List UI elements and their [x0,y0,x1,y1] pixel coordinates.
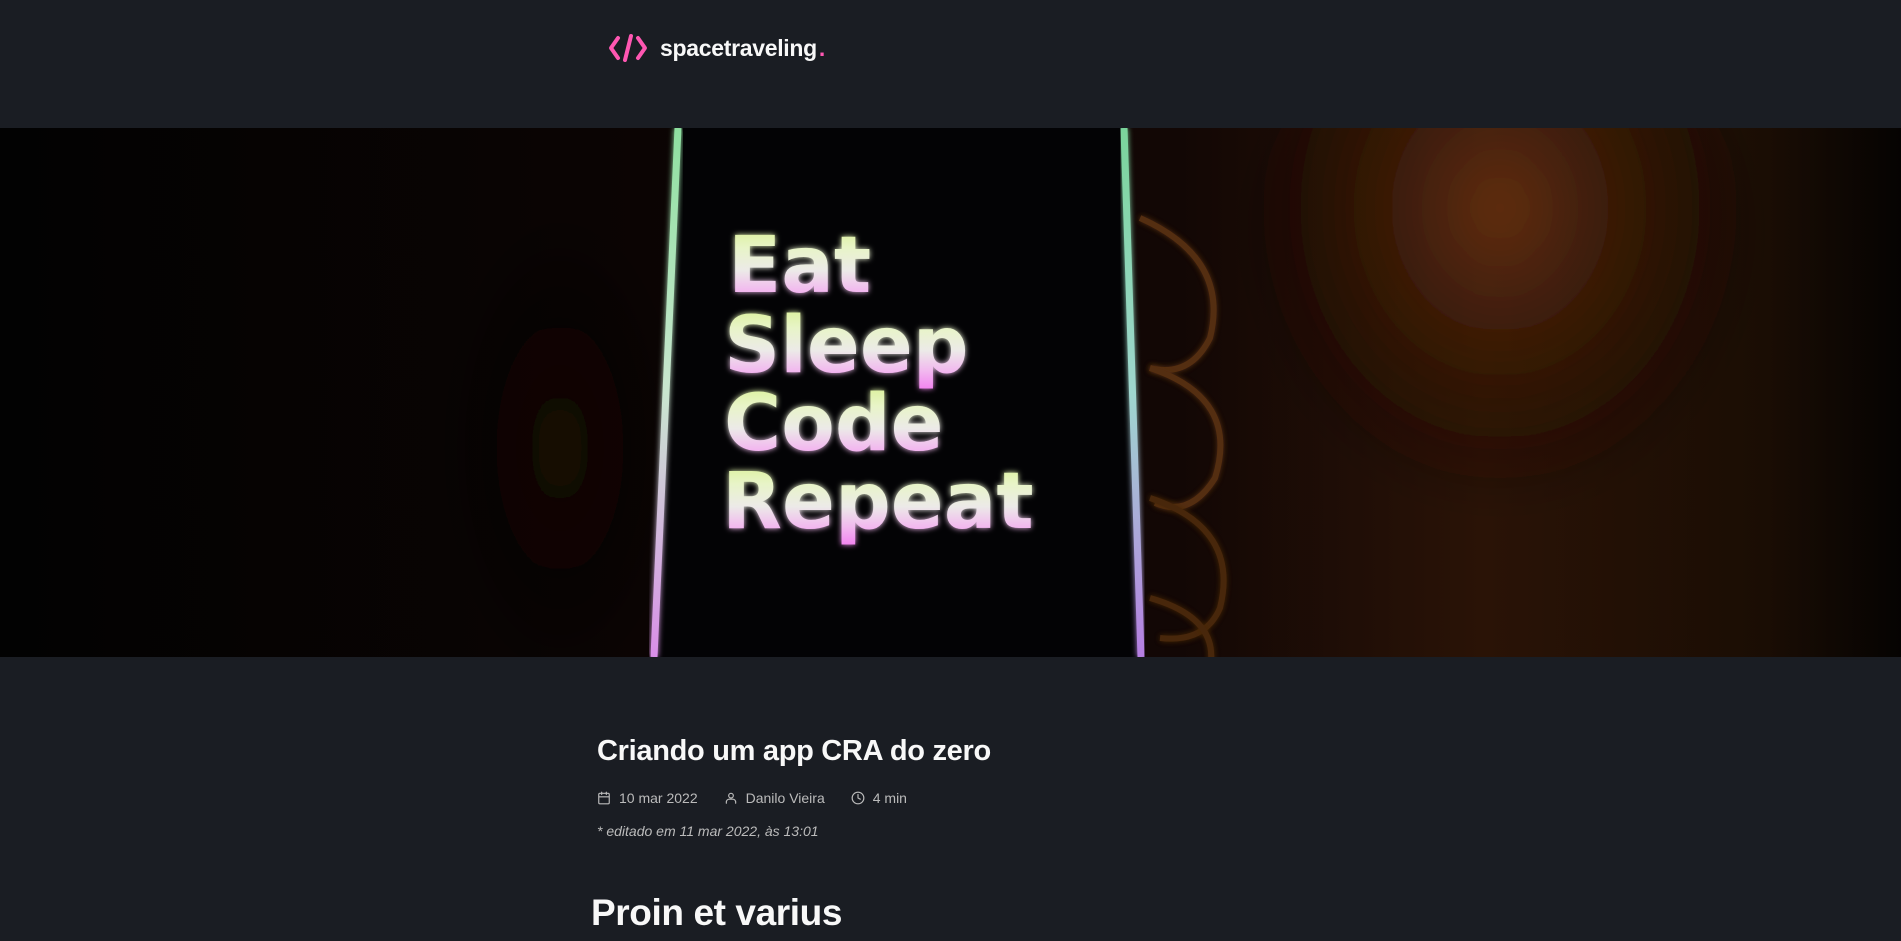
banner-illustration: Eat Sleep Code Repeat [0,128,1901,657]
clock-icon [851,791,865,805]
post-date-text: 10 mar 2022 [619,790,698,806]
site-header: spacetraveling . [0,0,1901,128]
banner-line-3: Code [724,379,944,469]
logo-dot: . [818,34,826,61]
banner-line-1: Eat [728,221,871,311]
post-author-text: Danilo Vieira [745,790,825,806]
post-content: Criando um app CRA do zero 10 mar 2022 D… [597,735,1357,839]
home-logo-link[interactable]: spacetraveling . [608,30,825,66]
user-icon [725,792,736,804]
post-title: Criando um app CRA do zero [597,735,991,767]
post-edited-note: * editado em 11 mar 2022, às 13:01 [597,823,819,839]
post-banner-image: Eat Sleep Code Repeat [0,128,1901,657]
post-author: Danilo Vieira [724,790,825,806]
banner-line-2: Sleep [724,301,969,391]
content-heading: Proin et varius [591,892,843,933]
post-date: 10 mar 2022 [597,790,698,806]
logo-text: spacetraveling [660,34,817,61]
calendar-icon [598,791,610,805]
post-meta: 10 mar 2022 Danilo Vieira 4 min [597,790,1357,806]
code-brackets-icon [609,34,647,62]
post-reading-time-text: 4 min [872,790,907,806]
banner-line-4: Repeat [722,457,1034,547]
post-reading-time: 4 min [851,790,907,806]
